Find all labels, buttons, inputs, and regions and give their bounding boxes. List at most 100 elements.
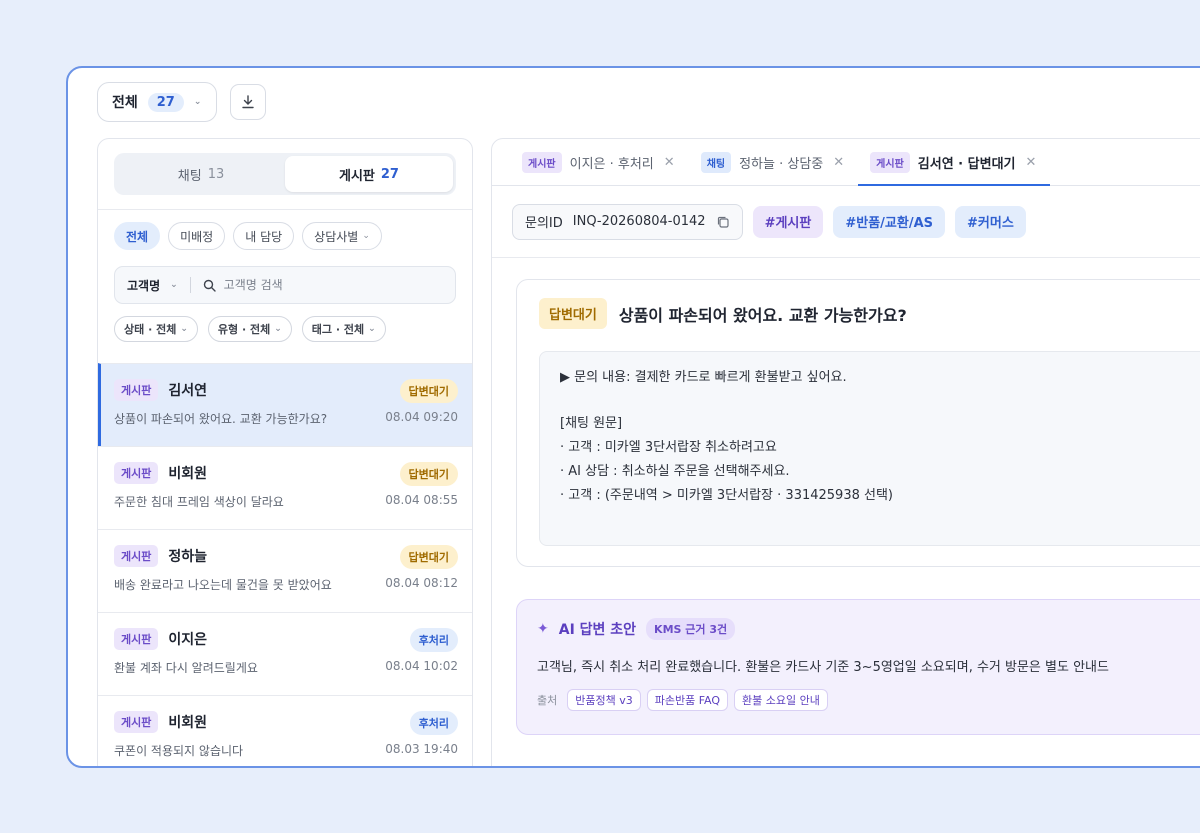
status-badge: 답변대기 [399, 379, 458, 403]
customer-name: 이지은 [168, 632, 208, 648]
filter-label: 상태 · 전체 [124, 323, 177, 336]
close-icon[interactable]: ✕ [1026, 155, 1037, 170]
chat-line: · 고객 : 미카엘 3단서랍장 취소하려고요 [560, 440, 777, 455]
search-icon [203, 279, 216, 292]
tab-inquiry[interactable]: 게시판 이지은 · 후처리 ✕ [510, 139, 689, 185]
customer-name: 비회원 [168, 466, 208, 482]
channel-tag: 채팅 [700, 151, 732, 173]
inquiry-card: 답변대기 상품이 파손되어 왔어요. 교환 가능한가요? ▶ 문의 내용: 결제… [516, 279, 1200, 567]
list-item[interactable]: 게시판 정하늘 답변대기 배송 완료라고 나오는데 물건을 못 받았어요 08.… [98, 529, 472, 612]
chevron-down-icon: ⌄ [274, 324, 282, 334]
status-badge: 답변대기 [399, 462, 458, 486]
chip-by-agent[interactable]: 상담사별 ⌄ [302, 222, 382, 250]
list-item[interactable]: 게시판 이지은 후처리 환불 계좌 다시 알려드릴게요 08.04 10:02 [98, 612, 472, 695]
search-field-select[interactable]: 고객명 ⌄ [127, 277, 178, 294]
download-button[interactable] [230, 84, 266, 120]
tab-inquiry[interactable]: 채팅 정하늘 · 상담중 ✕ [689, 139, 858, 185]
top-toolbar: 전체 27 ⌄ [97, 82, 266, 122]
hashtag-chip[interactable]: #커머스 [955, 205, 1026, 238]
hashtag-chip[interactable]: #반품/교환/AS [833, 205, 945, 238]
close-icon[interactable]: ✕ [664, 155, 675, 170]
chip-unassigned[interactable]: 미배정 [168, 222, 226, 250]
list-filters: 상태 · 전체 ⌄ 유형 · 전체 ⌄ 태그 · 전체 ⌄ [98, 304, 472, 342]
timestamp: 08.04 09:20 [385, 410, 458, 424]
inquiry-title: 상품이 파손되어 왔어요. 교환 가능한가요? [618, 305, 907, 325]
scope-filter-label: 전체 [112, 95, 138, 111]
chevron-down-icon: ⌄ [180, 324, 188, 334]
status-badge: 후처리 [409, 628, 458, 652]
list-item[interactable]: 게시판 비회원 답변대기 주문한 침대 프레임 색상이 달라요 08.04 08… [98, 446, 472, 529]
ai-draft-text[interactable]: 고객님, 즉시 취소 처리 완료했습니다. 환불은 카드사 기준 3~5영업일 … [517, 640, 1200, 675]
filter-label: 태그 · 전체 [311, 323, 365, 336]
chip-label: 상담사별 [314, 229, 359, 244]
sparkle-icon: ✦ [537, 621, 549, 637]
kms-evidence-badge: KMS 근거 3건 [646, 618, 736, 640]
status-badge: 답변대기 [539, 298, 607, 329]
segment-count: 13 [207, 166, 225, 182]
chevron-down-icon: ⌄ [193, 97, 202, 107]
inquiry-id-value: INQ-20260804-0142 [572, 214, 706, 229]
source-label: 출처 [537, 694, 558, 707]
message-preview: 주문한 침대 프레임 색상이 달라요 [114, 495, 284, 509]
list-item[interactable]: 게시판 비회원 후처리 쿠폰이 적용되지 않습니다 08.03 19:40 [98, 695, 472, 766]
scope-filter-button[interactable]: 전체 27 ⌄ [97, 82, 217, 122]
timestamp: 08.04 08:55 [385, 493, 458, 507]
inquiry-list-panel: 채팅 13 게시판 27 전체 미배정 내 담당 상담사별 ⌄ 고객명 ⌄ 고객… [97, 138, 473, 766]
channel-segment: 채팅 13 게시판 27 [114, 153, 456, 195]
hashtag-chip[interactable]: #게시판 [752, 205, 824, 238]
filter-label: 유형 · 전체 [217, 323, 271, 336]
chip-all[interactable]: 전체 [114, 222, 161, 250]
channel-tag: 게시판 [114, 711, 159, 733]
tab-label: 정하늘 · 상담중 [739, 156, 824, 172]
tab-label: 이지은 · 후처리 [569, 156, 654, 172]
customer-name: 정하늘 [168, 549, 208, 565]
timestamp: 08.04 10:02 [385, 659, 458, 673]
chat-line: · AI 상담 : 취소하실 주문을 선택해주세요. [560, 464, 790, 479]
chat-transcript-header: [채팅 원문] [560, 416, 623, 431]
inquiry-id-box: 문의ID INQ-20260804-0142 [512, 203, 743, 240]
inquiry-body: ▶ 문의 내용: 결제한 카드로 빠르게 환불받고 싶어요. [채팅 원문] ·… [539, 351, 1200, 546]
list-item[interactable]: 게시판 김서연 답변대기 상품이 파손되어 왔어요. 교환 가능한가요? 08.… [98, 363, 472, 446]
chat-line: · 고객 : (주문내역 > 미카엘 3단서랍장 · 331425938 선택) [560, 488, 893, 503]
search-input[interactable] [223, 278, 404, 292]
customer-search: 고객명 ⌄ [114, 266, 456, 304]
ai-draft-card: ✦ AI 답변 초안 KMS 근거 3건 고객님, 즉시 취소 처리 완료했습니… [516, 599, 1200, 735]
scope-count-badge: 27 [147, 92, 184, 112]
search-field-label: 고객명 [127, 278, 161, 293]
chevron-down-icon: ⌄ [170, 280, 178, 290]
segment-chat[interactable]: 채팅 13 [117, 156, 285, 192]
tab-inquiry-active[interactable]: 게시판 김서연 · 답변대기 ✕ [858, 139, 1051, 186]
source-chip[interactable]: 반품정책 v3 [567, 689, 641, 711]
channel-tag: 게시판 [114, 545, 159, 567]
customer-name: 비회원 [168, 715, 208, 731]
inquiry-content: ▶ 문의 내용: 결제한 카드로 빠르게 환불받고 싶어요. [560, 370, 847, 385]
close-icon[interactable]: ✕ [833, 155, 844, 170]
filter-status[interactable]: 상태 · 전체 ⌄ [114, 316, 198, 342]
channel-tag: 게시판 [870, 151, 910, 173]
segment-count: 27 [380, 166, 399, 182]
inquiry-meta: 문의ID INQ-20260804-0142 #게시판 #반품/교환/AS #커… [492, 186, 1200, 258]
filter-type[interactable]: 유형 · 전체 ⌄ [207, 316, 292, 342]
inquiry-detail-panel: 게시판 이지은 · 후처리 ✕ 채팅 정하늘 · 상담중 ✕ 게시판 김서연 ·… [491, 138, 1200, 766]
status-badge: 후처리 [409, 711, 458, 735]
message-preview: 배송 완료라고 나오는데 물건을 못 받았어요 [114, 578, 332, 592]
copy-icon[interactable] [716, 215, 730, 229]
source-chip[interactable]: 파손반품 FAQ [646, 689, 729, 711]
timestamp: 08.04 08:12 [385, 576, 458, 590]
segment-label: 채팅 [177, 168, 202, 184]
filter-tag[interactable]: 태그 · 전체 ⌄ [301, 316, 386, 342]
ai-sources: 출처 반품정책 v3 파손반품 FAQ 환불 소요일 안내 [517, 675, 1200, 711]
segment-label: 게시판 [339, 168, 375, 184]
chip-mine[interactable]: 내 담당 [233, 222, 295, 250]
timestamp: 08.03 19:40 [385, 742, 458, 756]
chevron-down-icon: ⌄ [368, 324, 376, 334]
customer-name: 김서연 [168, 383, 208, 399]
source-chip[interactable]: 환불 소요일 안내 [734, 689, 828, 711]
divider [189, 277, 191, 293]
segment-board[interactable]: 게시판 27 [285, 156, 453, 192]
status-badge: 답변대기 [399, 545, 458, 569]
message-preview: 쿠폰이 적용되지 않습니다 [114, 744, 244, 758]
channel-tag: 게시판 [114, 462, 159, 484]
chevron-down-icon: ⌄ [362, 231, 370, 241]
channel-tag: 게시판 [522, 151, 562, 173]
